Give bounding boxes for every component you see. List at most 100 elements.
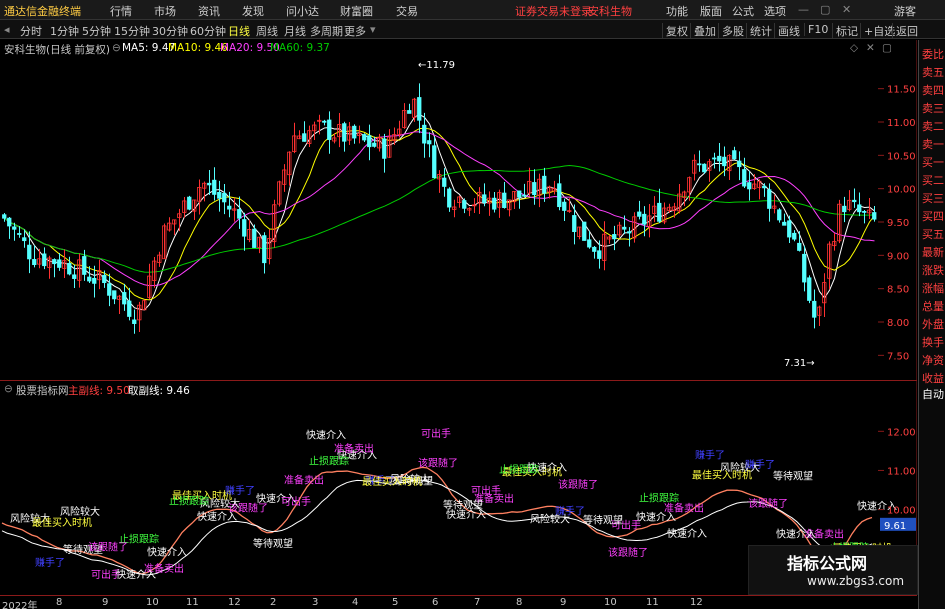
signal-annotation: 风险较大 — [60, 505, 100, 518]
signal-annotation: 赚手了 — [745, 458, 775, 471]
candle-body — [112, 290, 117, 300]
date-tick: 8 — [516, 597, 523, 608]
candle-body — [767, 189, 772, 209]
signal-annotation: 快速介入 — [776, 529, 816, 541]
date-tick: 11 — [646, 597, 659, 608]
side-item[interactable]: 收益 — [922, 370, 944, 386]
side-item[interactable]: 卖二 — [922, 118, 944, 134]
date-tick: 9 — [102, 597, 109, 608]
candle-body — [852, 199, 857, 203]
indicator-line-2 — [1, 479, 873, 576]
date-tick: 11 — [186, 597, 199, 608]
side-item[interactable]: 卖五 — [922, 64, 944, 80]
signal-annotation: 最佳买入时机 — [362, 475, 422, 488]
side-item[interactable]: 卖四 — [922, 82, 944, 98]
signal-annotation: 等待观望 — [583, 513, 623, 526]
candle-body — [87, 276, 92, 282]
panel-divider[interactable] — [0, 380, 917, 381]
date-tick: 9 — [560, 597, 567, 608]
side-item[interactable]: 委比 — [922, 46, 944, 62]
indicator-lines — [1, 466, 873, 576]
candle-body — [517, 190, 522, 198]
candle-body — [207, 182, 212, 186]
signal-annotation: 赚手了 — [35, 556, 65, 569]
candle-body — [542, 175, 547, 194]
side-item[interactable]: 买四 — [922, 208, 944, 224]
candle-body — [717, 155, 722, 162]
candle-body — [362, 134, 367, 141]
site-watermark: 指标公式网 www.zbgs3.com — [748, 545, 918, 595]
candle-body — [322, 120, 327, 123]
candle-body — [212, 179, 217, 195]
side-item[interactable]: 总量 — [922, 298, 944, 314]
candle-body — [127, 300, 132, 317]
watermark-url: www.zbgs3.com — [807, 574, 905, 588]
candle-body — [72, 274, 77, 279]
candle-body — [342, 123, 347, 142]
side-item[interactable]: 卖一 — [922, 136, 944, 152]
candle-body — [562, 201, 567, 211]
side-item[interactable]: 买三 — [922, 190, 944, 206]
date-tick: 3 — [312, 597, 319, 608]
candle-body — [27, 244, 32, 260]
signal-annotation: 止损跟踪 — [309, 454, 349, 467]
candle-body — [792, 232, 797, 240]
candle-body — [82, 256, 87, 275]
low-label: 7.31→ — [784, 358, 815, 369]
candle-body — [722, 156, 727, 167]
signal-annotation: 准备卖出 — [334, 442, 374, 455]
candle-body — [7, 217, 12, 227]
signal-annotation: 快速介入 — [636, 511, 676, 523]
signal-annotation: 准备卖出 — [284, 474, 324, 487]
signal-annotation: 该跟随了 — [88, 541, 128, 554]
kline-chart[interactable]: 风险较大快速介入准备卖出可出手该跟随了赚手了最佳买入时机止损跟踪快速介入等待观望… — [0, 0, 917, 595]
side-item[interactable]: 换手 — [922, 334, 944, 350]
candle-body — [492, 197, 497, 210]
candle-body — [327, 119, 332, 140]
candle-body — [352, 125, 357, 139]
signal-annotation: 最佳买入时机 — [692, 468, 752, 481]
date-tick: 5 — [392, 597, 399, 608]
candle-body — [382, 138, 387, 159]
date-tick: 12 — [690, 597, 703, 608]
side-item[interactable]: 涨幅 — [922, 280, 944, 296]
price-tick-label: 8.00 — [887, 318, 909, 329]
candle-body — [777, 209, 782, 221]
sub-tick-label: 11.00 — [887, 466, 916, 477]
candle-body — [592, 246, 597, 252]
candle-body — [797, 242, 802, 251]
side-item[interactable]: 涨跌 — [922, 262, 944, 278]
price-tick-label: 11.50 — [887, 85, 916, 96]
signal-annotation: 赚手了 — [225, 484, 255, 497]
price-tick-label: 9.00 — [887, 251, 909, 262]
candle-body — [732, 150, 737, 160]
candle-body — [32, 259, 37, 266]
side-item[interactable]: 买一 — [922, 154, 944, 170]
sub-tick-label: 12.00 — [887, 427, 916, 438]
date-tick: 7 — [474, 597, 481, 608]
candle-body — [187, 196, 192, 210]
candle-body — [372, 142, 377, 147]
candle-body — [587, 239, 592, 248]
ma10-line — [4, 127, 875, 301]
signal-annotation: 快速介入 — [147, 546, 187, 558]
side-item[interactable]: 最新 — [922, 244, 944, 260]
watermark-title: 指标公式网 — [787, 554, 868, 573]
auto-button[interactable]: 自动 — [922, 386, 944, 402]
date-axis: 2022年 8 9 10 11 12 2 3 4 5 6 7 8 9 10 11… — [0, 595, 917, 609]
signal-annotation: 最佳买入时机 — [32, 516, 92, 529]
side-item[interactable]: 卖三 — [922, 100, 944, 116]
candle-body — [22, 237, 27, 242]
side-item[interactable]: 外盘 — [922, 316, 944, 332]
ma20-line — [4, 131, 875, 287]
candle-body — [872, 212, 877, 220]
candle-body — [52, 259, 57, 265]
side-item[interactable]: 净资 — [922, 352, 944, 368]
side-item[interactable]: 买五 — [922, 226, 944, 242]
side-item[interactable]: 买二 — [922, 172, 944, 188]
candle-body — [57, 259, 62, 268]
date-tick: 2022年 — [2, 601, 38, 609]
candle-body — [622, 226, 627, 230]
candle-body — [762, 185, 767, 189]
candle-body — [812, 300, 817, 318]
